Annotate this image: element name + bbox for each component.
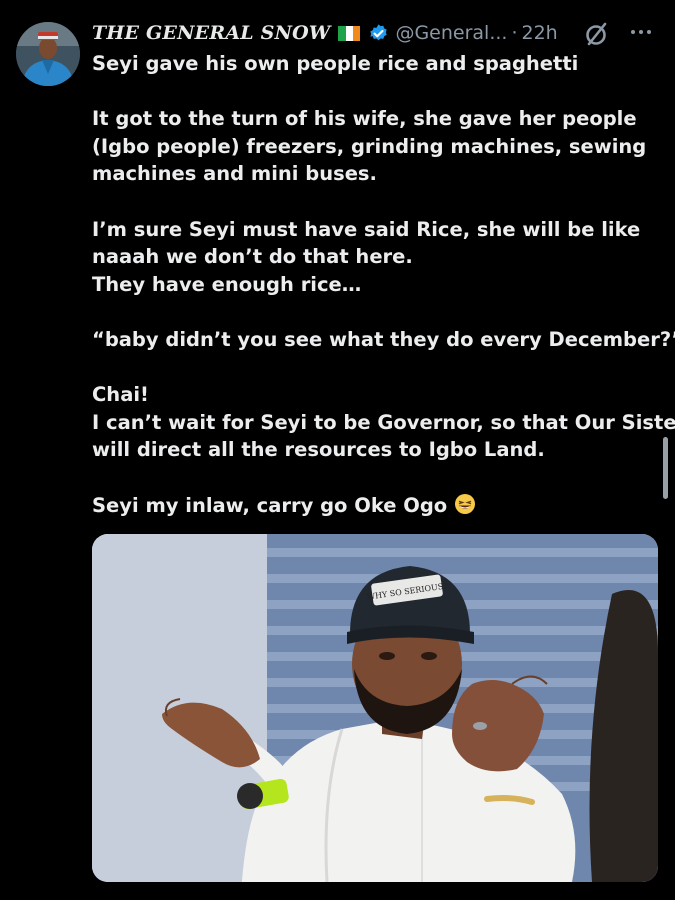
scrollbar[interactable] xyxy=(663,437,668,499)
tweet-line-last: Seyi my inlaw, carry go Oke Ogo xyxy=(92,492,662,520)
tweet-line: I can’t wait for Seyi to be Governor, so… xyxy=(92,410,675,434)
nigeria-flag-icon xyxy=(338,25,361,41)
tweet-line: naaah we don’t do that here. xyxy=(92,245,413,269)
separator-dot: · xyxy=(511,22,518,44)
tweet-header: THE GENERAL SNOW @General... · 22h xyxy=(92,18,662,48)
tweet-line: It got to the turn of his wife, she gave… xyxy=(92,107,637,131)
tweet-line: will direct all the resources to Igbo La… xyxy=(92,438,545,462)
post-time[interactable]: 22h xyxy=(521,22,557,44)
display-name[interactable]: THE GENERAL SNOW xyxy=(92,22,330,44)
more-options-icon[interactable] xyxy=(624,18,658,46)
tweet-line: “baby didn’t you see what they do every … xyxy=(92,327,675,351)
grok-icon[interactable] xyxy=(582,20,610,48)
tweet-line: Seyi my inlaw, carry go Oke Ogo xyxy=(92,493,448,517)
tweet-line: I’m sure Seyi must have said Rice, she w… xyxy=(92,217,641,241)
grinning-squinting-face-emoji xyxy=(455,493,476,514)
tweet-text: Seyi gave his own people rice and spaghe… xyxy=(92,50,675,520)
photo-man-shrugging: WHY SO SERIOUS? xyxy=(92,534,658,882)
verified-icon xyxy=(370,23,388,40)
tweet-line: (Igbo people) freezers, grinding machine… xyxy=(92,134,647,158)
tweet: THE GENERAL SNOW @General... · 22h Seyi … xyxy=(0,0,675,900)
tweet-line: machines and mini buses. xyxy=(92,162,377,186)
tweet-line: They have enough rice… xyxy=(92,272,362,296)
media-photo[interactable]: WHY SO SERIOUS? xyxy=(92,534,658,882)
user-handle[interactable]: @General... xyxy=(395,22,507,44)
avatar-image xyxy=(16,22,80,86)
tweet-line: Seyi gave his own people rice and spaghe… xyxy=(92,52,579,75)
avatar[interactable] xyxy=(16,22,80,86)
tweet-line: Chai! xyxy=(92,383,149,407)
